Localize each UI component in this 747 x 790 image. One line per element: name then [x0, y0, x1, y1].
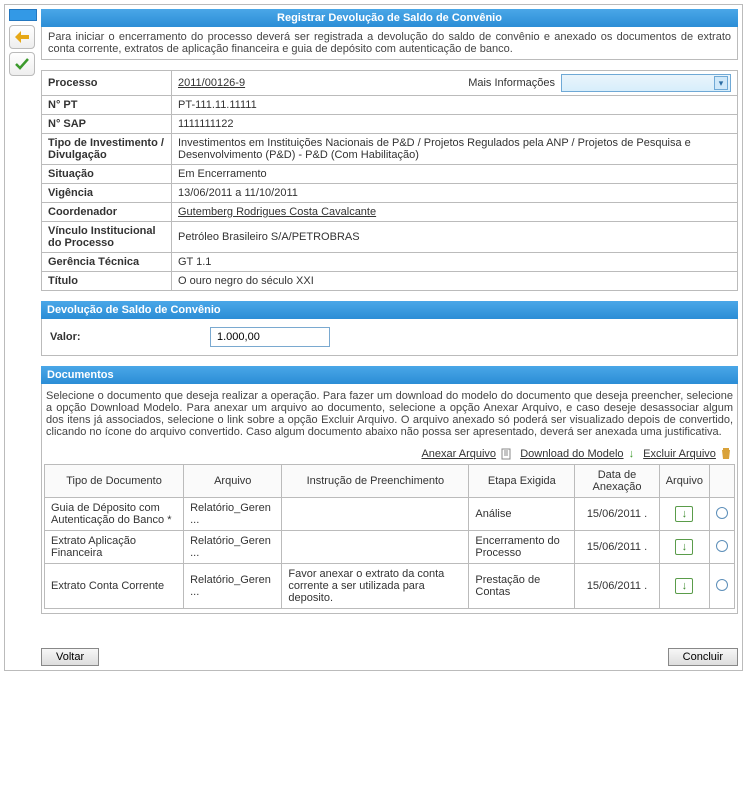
th-tipo: Tipo de Documento: [45, 465, 184, 498]
situacao-label: Situação: [42, 165, 172, 184]
mais-info-label: Mais Informações: [468, 77, 555, 89]
th-data: Data de Anexação: [575, 465, 659, 498]
vigencia-label: Vigência: [42, 184, 172, 203]
confirm-button[interactable]: [9, 52, 35, 76]
gerencia-label: Gerência Técnica: [42, 253, 172, 272]
row-download-icon[interactable]: ↓: [675, 539, 693, 555]
valor-input[interactable]: [210, 327, 330, 347]
cell-arquivo: Relatório_Geren ...: [184, 531, 282, 564]
sidebar: [9, 9, 37, 666]
page-title: Registrar Devolução de Saldo de Convênio: [41, 9, 738, 27]
table-row: Extrato Conta CorrenteRelatório_Geren ..…: [45, 564, 735, 609]
process-info-table: Processo 2011/00126-9 Mais Informações ▾…: [41, 70, 738, 291]
coord-label: Coordenador: [42, 203, 172, 222]
excluir-arquivo-link[interactable]: Excluir Arquivo: [643, 448, 716, 460]
back-arrow-icon: [15, 31, 29, 43]
tipo-value: Investimentos em Instituições Nacionais …: [172, 134, 738, 165]
app-frame: Registrar Devolução de Saldo de Convênio…: [4, 4, 743, 671]
cell-etapa: Análise: [469, 498, 575, 531]
valor-label: Valor:: [50, 331, 170, 343]
row-radio[interactable]: [716, 579, 728, 591]
situacao-value: Em Encerramento: [172, 165, 738, 184]
th-select: [710, 465, 735, 498]
download-modelo-link[interactable]: Download do Modelo: [520, 448, 623, 460]
documentos-actions: Anexar Arquivo Download do Modelo ↓ Excl…: [44, 448, 735, 464]
voltar-button[interactable]: Voltar: [41, 648, 99, 666]
th-arquivo: Arquivo: [184, 465, 282, 498]
row-radio[interactable]: [716, 540, 728, 552]
documents-table: Tipo de Documento Arquivo Instrução de P…: [44, 464, 735, 609]
row-radio[interactable]: [716, 507, 728, 519]
cell-select: [710, 498, 735, 531]
nsap-value: 1111111122: [172, 115, 738, 134]
titulo-value: O ouro negro do século XXI: [172, 272, 738, 291]
main-content: Registrar Devolução de Saldo de Convênio…: [41, 9, 738, 666]
cell-data: 15/06/2011 .: [575, 531, 659, 564]
th-arq2: Arquivo: [659, 465, 709, 498]
nsap-label: N° SAP: [42, 115, 172, 134]
vigencia-value: 13/06/2011 a 11/10/2011: [172, 184, 738, 203]
devolucao-header: Devolução de Saldo de Convênio: [41, 301, 738, 319]
footer: Voltar Concluir: [41, 624, 738, 666]
cell-select: [710, 531, 735, 564]
cell-data: 15/06/2011 .: [575, 498, 659, 531]
th-instrucao: Instrução de Preenchimento: [282, 465, 469, 498]
documentos-header: Documentos: [41, 366, 738, 384]
cell-instrucao: [282, 531, 469, 564]
cell-instrucao: Favor anexar o extrato da conta corrente…: [282, 564, 469, 609]
cell-tipo: Extrato Conta Corrente: [45, 564, 184, 609]
cell-data: 15/06/2011 .: [575, 564, 659, 609]
table-row: Guia de Déposito com Autenticação do Ban…: [45, 498, 735, 531]
th-etapa: Etapa Exigida: [469, 465, 575, 498]
processo-link[interactable]: 2011/00126-9: [178, 77, 245, 89]
coord-link[interactable]: Gutemberg Rodrigues Costa Cavalcante: [178, 206, 376, 218]
vinculo-label: Vínculo Institucional do Processo: [42, 222, 172, 253]
gerencia-value: GT 1.1: [172, 253, 738, 272]
tipo-label: Tipo de Investimento / Divulgação: [42, 134, 172, 165]
documentos-text: Selecione o documento que deseja realiza…: [44, 386, 735, 448]
cell-select: [710, 564, 735, 609]
mais-info-select[interactable]: ▾: [561, 74, 731, 92]
cell-arquivo: Relatório_Geren ...: [184, 564, 282, 609]
row-download-icon[interactable]: ↓: [675, 578, 693, 594]
cell-download: ↓: [659, 498, 709, 531]
npt-value: PT-111.11.11111: [172, 96, 738, 115]
table-row: Extrato Aplicação FinanceiraRelatório_Ge…: [45, 531, 735, 564]
download-icon: ↓: [629, 448, 635, 460]
attach-icon: [501, 448, 511, 460]
check-icon: [15, 58, 29, 70]
vinculo-value: Petróleo Brasileiro S/A/PETROBRAS: [172, 222, 738, 253]
cell-etapa: Prestação de Contas: [469, 564, 575, 609]
devolucao-body: Valor:: [41, 319, 738, 356]
npt-label: N° PT: [42, 96, 172, 115]
cell-tipo: Guia de Déposito com Autenticação do Ban…: [45, 498, 184, 531]
back-arrow-button[interactable]: [9, 25, 35, 49]
cell-download: ↓: [659, 564, 709, 609]
intro-text: Para iniciar o encerramento do processo …: [41, 27, 738, 60]
trash-icon: [721, 448, 731, 460]
cell-arquivo: Relatório_Geren ...: [184, 498, 282, 531]
processo-label: Processo: [42, 71, 172, 96]
row-download-icon[interactable]: ↓: [675, 506, 693, 522]
cell-etapa: Encerramento do Processo: [469, 531, 575, 564]
chevron-down-icon: ▾: [714, 76, 728, 90]
cell-tipo: Extrato Aplicação Financeira: [45, 531, 184, 564]
cell-download: ↓: [659, 531, 709, 564]
documentos-body: Selecione o documento que deseja realiza…: [41, 384, 738, 614]
concluir-button[interactable]: Concluir: [668, 648, 738, 666]
anexar-arquivo-link[interactable]: Anexar Arquivo: [421, 448, 496, 460]
sidebar-tab[interactable]: [9, 9, 37, 21]
titulo-label: Título: [42, 272, 172, 291]
cell-instrucao: [282, 498, 469, 531]
